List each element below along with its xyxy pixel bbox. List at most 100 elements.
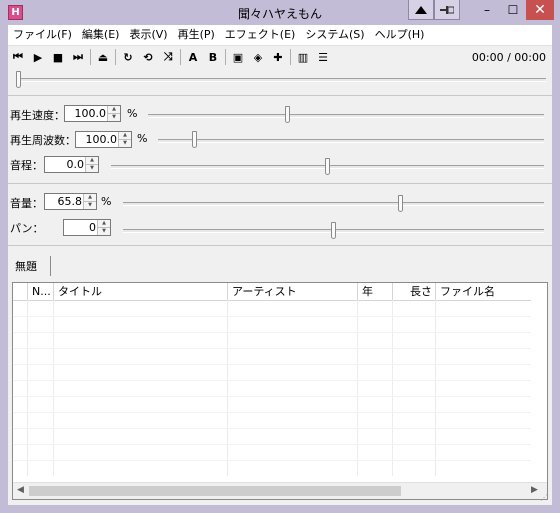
spin-up-icon: ▲ bbox=[102, 220, 106, 226]
volume-slider-track[interactable] bbox=[123, 202, 544, 206]
pin-icon bbox=[440, 5, 454, 14]
column-header-title[interactable]: タイトル bbox=[54, 283, 228, 300]
play-icon: ▶ bbox=[33, 50, 43, 64]
next-track-button[interactable]: ⏭ bbox=[68, 47, 88, 67]
previous-track-button[interactable]: ⏮ bbox=[8, 47, 28, 67]
pan-spin-arrows[interactable]: ▲ ▼ bbox=[97, 220, 110, 235]
playlist-table[interactable]: N... タイトル アーティスト 年 長さ ファイル名 ◀ ▶ bbox=[12, 282, 548, 500]
speed-spinbox[interactable]: 100.0 ▲ ▼ bbox=[64, 105, 121, 122]
repeat-one-icon: ↻ bbox=[123, 50, 133, 64]
toolbar-separator bbox=[290, 49, 291, 65]
pitch-spinbox[interactable]: 0.0 ▲ ▼ bbox=[44, 156, 99, 173]
divider bbox=[8, 95, 552, 96]
playlist-tab-bar: 無題 bbox=[8, 256, 552, 276]
column-header-artist[interactable]: アーティスト bbox=[228, 283, 358, 300]
divider bbox=[8, 183, 552, 184]
toolbar-separator bbox=[115, 49, 116, 65]
menu-effect[interactable]: エフェクト(E) bbox=[220, 25, 301, 45]
grid-line bbox=[13, 332, 532, 333]
speed-value: 100.0 bbox=[74, 107, 107, 120]
column-header-number[interactable]: N... bbox=[28, 283, 54, 300]
spin-down-icon: ▼ bbox=[119, 139, 131, 147]
grid-line bbox=[357, 300, 358, 476]
repeat-one-button[interactable]: ↻ bbox=[118, 47, 138, 67]
grid-line bbox=[392, 300, 393, 476]
repeat-all-button[interactable]: ⟲ bbox=[138, 47, 158, 67]
repeat-all-icon: ⟲ bbox=[143, 50, 153, 64]
spin-down-icon: ▼ bbox=[86, 164, 98, 172]
menu-system[interactable]: システム(S) bbox=[300, 25, 369, 45]
speed-slider-track[interactable] bbox=[148, 114, 544, 118]
play-button[interactable]: ▶ bbox=[28, 47, 48, 67]
grid-line bbox=[13, 380, 532, 381]
pitch-spin-arrows[interactable]: ▲ ▼ bbox=[85, 157, 98, 172]
time-display: 00:00 / 00:00 bbox=[471, 51, 546, 64]
size-grip-icon[interactable]: ⋰ bbox=[540, 493, 548, 502]
scroll-right-icon[interactable]: ▶ bbox=[531, 485, 538, 495]
menu-view[interactable]: 表示(V) bbox=[124, 25, 172, 45]
column-header-marker[interactable] bbox=[13, 283, 28, 300]
menu-play[interactable]: 再生(P) bbox=[173, 25, 220, 45]
ab-loop-a-button[interactable]: A bbox=[183, 47, 203, 67]
frequency-value: 100.0 bbox=[85, 133, 118, 146]
frequency-spin-arrows[interactable]: ▲ ▼ bbox=[118, 132, 131, 147]
scroll-left-icon[interactable]: ◀ bbox=[17, 485, 24, 495]
random-button[interactable]: ⤨ bbox=[158, 47, 178, 67]
stop-icon: ■ bbox=[52, 50, 64, 64]
horizontal-scrollbar[interactable]: ◀ ▶ bbox=[13, 482, 547, 499]
previous-track-icon: ⏮ bbox=[13, 50, 23, 63]
pitch-slider-thumb[interactable] bbox=[325, 158, 330, 175]
menu-bar: ファイル(F) 編集(E) 表示(V) 再生(P) エフェクト(E) システム(… bbox=[8, 25, 552, 46]
add-marker-button[interactable]: ◈ bbox=[248, 47, 268, 67]
seek-slider-thumb[interactable] bbox=[16, 71, 21, 88]
eject-icon: ⏏ bbox=[97, 50, 109, 64]
pin-button[interactable] bbox=[434, 0, 460, 20]
app-window: H 聞々ハヤえもん – ☐ ✕ ファイル(F) 編集(E) 表示(V) 再生(P… bbox=[0, 0, 560, 513]
frequency-slider-thumb[interactable] bbox=[192, 131, 198, 148]
volume-spin-arrows[interactable]: ▲ ▼ bbox=[83, 194, 96, 209]
column-header-length[interactable]: 長さ bbox=[393, 283, 436, 300]
pan-value: 0 bbox=[89, 221, 96, 234]
marker-play-button[interactable]: ▣ bbox=[228, 47, 248, 67]
volume-slider-thumb[interactable] bbox=[397, 195, 403, 212]
volume-spinbox[interactable]: 65.8 ▲ ▼ bbox=[44, 193, 97, 210]
menu-file[interactable]: ファイル(F) bbox=[8, 25, 77, 45]
delete-marker-button[interactable]: ✚ bbox=[268, 47, 288, 67]
pan-spinbox[interactable]: 0 ▲ ▼ bbox=[63, 219, 111, 236]
tab-untitled[interactable]: 無題 bbox=[11, 256, 51, 276]
speed-slider-thumb[interactable] bbox=[284, 106, 290, 123]
grid-line bbox=[13, 364, 532, 365]
seek-slider-track[interactable] bbox=[16, 78, 546, 82]
grid-line bbox=[13, 444, 532, 445]
horizontal-scrollbar-thumb[interactable] bbox=[29, 486, 401, 496]
ab-loop-b-button[interactable]: B bbox=[203, 47, 223, 67]
column-header-filename[interactable]: ファイル名 bbox=[436, 283, 532, 300]
volume-unit: % bbox=[101, 195, 112, 208]
grid-line bbox=[13, 348, 532, 349]
pan-slider-thumb[interactable] bbox=[331, 222, 336, 239]
maximize-button[interactable]: ☐ bbox=[500, 0, 526, 20]
title-bar[interactable]: H 聞々ハヤえもん – ☐ ✕ bbox=[0, 0, 560, 25]
grid-line bbox=[27, 300, 28, 476]
spin-up-icon: ▲ bbox=[88, 194, 92, 200]
menu-help[interactable]: ヘルプ(H) bbox=[370, 25, 430, 45]
always-on-top-button[interactable] bbox=[408, 0, 434, 20]
toolbar: ⏮ ▶ ■ ⏭ ⏏ ↻ ⟲ ⤨ A B ▣ ◈ ✚ ▥ ☰ 00:00 / 00… bbox=[8, 46, 552, 68]
stop-button[interactable]: ■ bbox=[48, 47, 68, 67]
speed-spin-arrows[interactable]: ▲ ▼ bbox=[107, 106, 120, 121]
marker-play-icon: ▣ bbox=[232, 50, 244, 64]
menu-edit[interactable]: 編集(E) bbox=[77, 25, 125, 45]
frequency-spinbox[interactable]: 100.0 ▲ ▼ bbox=[75, 131, 132, 148]
spin-down-icon: ▼ bbox=[108, 113, 120, 121]
triangle-up-icon bbox=[415, 5, 427, 14]
column-header-year[interactable]: 年 bbox=[358, 283, 393, 300]
close-button[interactable]: ✕ bbox=[526, 0, 554, 20]
grid-line bbox=[13, 428, 532, 429]
playlist-button[interactable]: ☰ bbox=[313, 47, 333, 67]
frequency-slider-track[interactable] bbox=[158, 139, 544, 143]
explorer-button[interactable]: ▥ bbox=[293, 47, 313, 67]
add-marker-icon: ◈ bbox=[253, 50, 263, 64]
minimize-button[interactable]: – bbox=[474, 0, 500, 20]
spin-up-icon: ▲ bbox=[90, 157, 94, 163]
eject-button[interactable]: ⏏ bbox=[93, 47, 113, 67]
